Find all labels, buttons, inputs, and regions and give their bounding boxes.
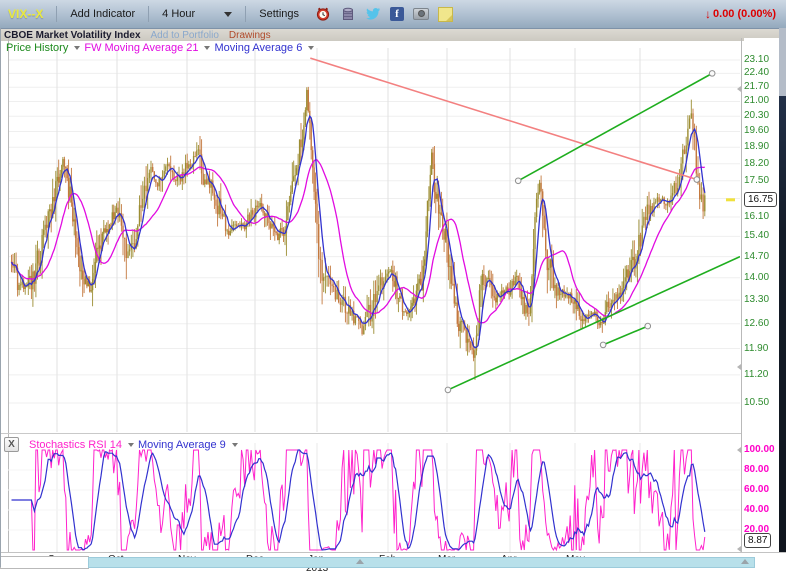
trendline-handle[interactable] <box>445 387 451 393</box>
chevron-down-icon <box>204 46 210 50</box>
scrollbar-marker-icon <box>356 559 364 564</box>
price-tick-label: 14.70 <box>744 251 780 262</box>
price-tick-label: 22.40 <box>744 67 780 78</box>
trendline-handle[interactable] <box>709 71 715 77</box>
right-axis: 23.10 22.40 21.70 21.00 20.30 19.60 18.90 18.20… <box>744 38 780 552</box>
stoch-rsi-dropdown[interactable]: Stochastics RSI 14 <box>29 439 134 451</box>
axis-marker-icon <box>737 86 741 92</box>
price-tick-label: 23.10 <box>744 54 780 65</box>
trendline-handle[interactable] <box>600 342 606 348</box>
change-value: 0.00 (0.00%) <box>713 8 776 20</box>
stoch-tick-label: 100.00 <box>744 444 784 455</box>
price-tick-label: 17.50 <box>744 175 780 186</box>
price-tick-label: 21.70 <box>744 81 780 92</box>
price-tick-label: 19.60 <box>744 125 780 136</box>
toolbar-icon-strip: f <box>315 6 453 22</box>
last-price-tick <box>726 198 735 201</box>
down-arrow-icon: ↓ <box>705 7 711 21</box>
horizontal-scrollbar[interactable] <box>88 557 755 568</box>
stoch-tick-label: 80.00 <box>744 464 784 475</box>
main-chart-legend: Price History FW Moving Average 21 Movin… <box>6 42 314 54</box>
chevron-down-icon <box>224 12 232 17</box>
stoch-rsi-line <box>12 450 705 550</box>
window-right-border <box>779 96 786 552</box>
price-tick-label: 18.90 <box>744 141 780 152</box>
alarm-clock-icon[interactable] <box>315 6 331 22</box>
price-tick-label: 16.10 <box>744 211 780 222</box>
panel-divider <box>0 433 741 434</box>
stoch-rsi-label: Stochastics RSI 14 <box>29 439 122 451</box>
chevron-down-icon <box>74 46 80 50</box>
settings-button[interactable]: Settings <box>253 8 305 20</box>
stochastics-canvas[interactable] <box>8 443 740 552</box>
stochastics-legend: X Stochastics RSI 14 Moving Average 9 <box>4 437 238 452</box>
price-tick-label: 11.90 <box>744 343 780 354</box>
up-trendline-low-short[interactable] <box>603 326 648 345</box>
notes-icon[interactable] <box>438 7 453 22</box>
stoch-tick-label: 40.00 <box>744 504 784 515</box>
symbol-name: CBOE Market Volatility Index <box>4 30 141 41</box>
drawings-link[interactable]: Drawings <box>229 30 271 41</box>
price-tick-label: 12.60 <box>744 318 780 329</box>
facebook-icon[interactable]: f <box>390 7 404 21</box>
down-trendline[interactable] <box>310 58 696 179</box>
scrollbar-corner-box <box>0 556 89 569</box>
divider <box>245 6 246 22</box>
axis-marker-icon <box>737 546 741 552</box>
price-tick-label: 21.00 <box>744 95 780 106</box>
trendline-handle[interactable] <box>515 178 521 184</box>
twitter-icon[interactable] <box>365 6 381 22</box>
symbol-tab[interactable]: VIX--X <box>0 7 49 21</box>
window-right-border <box>779 28 786 96</box>
last-price-box: 16.75 <box>744 192 777 207</box>
chevron-down-icon <box>128 443 134 447</box>
chevron-down-icon <box>232 443 238 447</box>
price-history-label: Price History <box>6 42 68 54</box>
price-tick-label: 13.30 <box>744 294 780 305</box>
camera-icon[interactable] <box>413 8 429 20</box>
divider <box>56 6 57 22</box>
close-indicator-button[interactable]: X <box>4 437 19 452</box>
price-tick-label: 20.30 <box>744 110 780 121</box>
price-tick-label: 10.50 <box>744 397 780 408</box>
price-tick-label: 15.40 <box>744 230 780 241</box>
axis-marker-icon <box>737 364 741 370</box>
last-value-box: 8.87 <box>744 533 771 548</box>
ma21-label: FW Moving Average 21 <box>84 42 198 54</box>
ma21-line <box>12 160 705 323</box>
top-toolbar: VIX--X Add Indicator 4 Hour Settings <box>0 0 786 29</box>
main-chart-canvas[interactable] <box>8 48 740 432</box>
symbol-info-bar: CBOE Market Volatility Index Add to Port… <box>0 29 786 41</box>
add-indicator-button[interactable]: Add Indicator <box>64 8 141 20</box>
chevron-down-icon <box>308 46 314 50</box>
price-tick-label: 14.00 <box>744 272 780 283</box>
stoch-tick-label: 60.00 <box>744 484 784 495</box>
window-left-border <box>0 28 1 567</box>
database-icon[interactable] <box>340 6 356 22</box>
timeframe-dropdown[interactable]: 4 Hour <box>156 8 238 20</box>
add-to-portfolio-link[interactable]: Add to Portfolio <box>151 30 219 41</box>
scrollbar-marker-icon <box>741 559 749 564</box>
trendline-handle[interactable] <box>694 177 700 183</box>
axis-marker-icon <box>737 447 741 453</box>
ma9-dropdown[interactable]: Moving Average 9 <box>138 439 238 451</box>
ma6-label: Moving Average 6 <box>214 42 302 54</box>
ma21-dropdown[interactable]: FW Moving Average 21 <box>84 42 210 54</box>
timeframe-value: 4 Hour <box>162 8 195 20</box>
trendline-handle[interactable] <box>645 323 651 329</box>
ma9-label: Moving Average 9 <box>138 439 226 451</box>
change-indicator: ↓ 0.00 (0.00%) <box>705 7 776 21</box>
price-history-dropdown[interactable]: Price History <box>6 42 80 54</box>
price-tick-label: 18.20 <box>744 158 780 169</box>
price-tick-label: 11.20 <box>744 369 780 380</box>
plot-right-axis-line <box>741 38 742 552</box>
divider <box>148 6 149 22</box>
ma6-dropdown[interactable]: Moving Average 6 <box>214 42 314 54</box>
